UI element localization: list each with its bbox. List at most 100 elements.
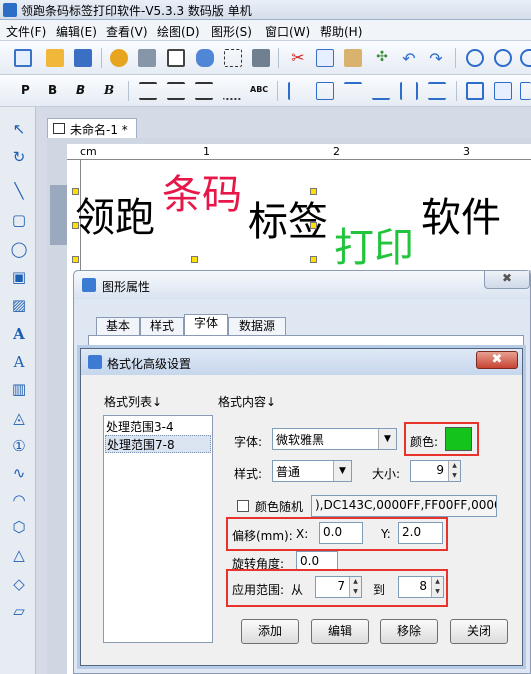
zoom-out-icon[interactable] [494,49,512,67]
paste-icon[interactable] [344,49,362,67]
picture-tool-icon[interactable]: ▨ [9,295,29,315]
align-objects-top-icon[interactable] [344,82,362,100]
open-icon[interactable] [46,49,64,67]
print-preview-icon[interactable] [167,49,185,67]
close-button[interactable]: ✖ [476,351,518,369]
bold-italic-button[interactable]: B [76,83,85,97]
close-dialog-button[interactable]: 关闭 [450,619,508,644]
arc-tool-icon[interactable]: ◠ [9,490,29,510]
list-item-selected[interactable]: 处理范围7-8 [105,435,211,453]
tab-style[interactable]: 样式 [140,317,184,335]
diamond-tool-icon[interactable]: ◇ [9,574,29,594]
rotate-icon[interactable]: ↻ [9,147,29,167]
distribute-vertical-icon[interactable] [428,82,446,100]
grid-icon[interactable] [224,49,242,67]
word-art-tool-icon[interactable]: A [9,352,29,372]
label-text-ruanjian[interactable]: 软件 [421,185,501,243]
shape-tool-icon[interactable]: ◬ [9,408,29,428]
settings-icon[interactable] [110,49,128,67]
selection-handle[interactable] [72,256,79,263]
align-objects-center-icon[interactable] [316,82,334,100]
database-icon[interactable] [196,49,214,67]
menu-shape[interactable]: 图形(S) [211,23,252,40]
tab-basic[interactable]: 基本 [96,317,140,335]
curve-tool-icon[interactable]: ∿ [9,463,29,483]
label-text-biaoqian[interactable]: 标签 [248,189,328,247]
polygon-tool-icon[interactable]: ⬡ [9,517,29,537]
selection-handle[interactable] [310,188,317,195]
bold-button[interactable]: B [48,83,57,97]
same-width-icon[interactable] [494,82,512,100]
plain-text-button[interactable]: P [21,83,30,97]
font-select[interactable]: 微软雅黑 ▼ [272,428,397,450]
spinner-arrows-icon[interactable]: ▲ ▼ [349,577,361,597]
align-justify-icon[interactable] [195,82,213,100]
document-tab[interactable]: 未命名-1 * [47,118,137,138]
align-center-icon[interactable] [167,82,185,100]
align-objects-bottom-icon[interactable] [372,82,390,100]
menu-edit[interactable]: 编辑(E) [56,23,97,40]
undo-icon[interactable]: ↶ [400,49,418,68]
size-spinner[interactable]: 9 ▲ ▼ [410,460,461,482]
menu-draw[interactable]: 绘图(D) [157,23,200,40]
select-arrow-icon[interactable]: ↖ [9,119,29,139]
style-select[interactable]: 普通 ▼ [272,460,352,482]
parallelogram-tool-icon[interactable]: ▱ [9,601,29,621]
range-from-spinner[interactable]: 7 ▲ ▼ [315,576,362,598]
copy-icon[interactable] [316,49,334,67]
letter-spacing-icon[interactable] [223,82,241,100]
number-tool-icon[interactable]: ① [9,436,29,456]
selection-handle[interactable] [310,256,317,263]
edit-button[interactable]: 编辑 [311,619,369,644]
range-to-spinner[interactable]: 8 ▲ ▼ [398,576,444,598]
selection-handle[interactable] [72,222,79,229]
selection-handle[interactable] [310,222,317,229]
remove-button[interactable]: 移除 [380,619,438,644]
menu-file[interactable]: 文件(F) [6,23,46,40]
redo-icon[interactable]: ↷ [427,49,445,68]
close-icon[interactable]: ✖ [484,271,530,289]
align-left-icon[interactable] [139,82,157,100]
tab-font[interactable]: 字体 [184,314,228,336]
align-objects-left-icon[interactable] [288,82,306,100]
menu-window[interactable]: 窗口(W) [265,23,310,40]
random-color-checkbox[interactable] [237,500,249,512]
chevron-down-icon[interactable]: ▼ [333,461,351,481]
add-button[interactable]: 添加 [241,619,299,644]
offset-x-input[interactable]: 0.0 [319,522,363,544]
label-text-dayin[interactable]: 打印 [334,215,414,273]
menu-help[interactable]: 帮助(H) [320,23,362,40]
image-tool-icon[interactable]: ▣ [9,267,29,287]
same-height-icon[interactable] [520,82,531,100]
format-list[interactable]: 处理范围3-4 处理范围7-8 [103,415,213,643]
rectangle-tool-icon[interactable]: ▢ [9,210,29,230]
random-color-list[interactable]: ),DC143C,0000FF,FF00FF,000000 [311,495,497,517]
calculator-icon[interactable] [252,49,270,67]
selection-handle[interactable] [72,188,79,195]
label-text-lingpao[interactable]: 领跑 [75,185,155,243]
spinner-arrows-icon[interactable]: ▲ ▼ [431,577,443,597]
tab-datasource[interactable]: 数据源 [228,317,286,335]
list-item[interactable]: 处理范围3-4 [105,418,211,436]
ellipse-tool-icon[interactable]: ◯ [9,239,29,259]
selection-handle[interactable] [191,256,198,263]
barcode-tool-icon[interactable]: ▥ [9,379,29,399]
chevron-down-icon[interactable]: ▼ [378,429,396,449]
menu-view[interactable]: 查看(V) [106,23,148,40]
offset-y-input[interactable]: 2.0 [398,522,443,544]
line-tool-icon[interactable]: ╲ [9,181,29,201]
rotation-input[interactable]: 0.0 [296,551,338,571]
spinner-arrows-icon[interactable]: ▲ ▼ [448,461,460,481]
same-size-icon[interactable] [466,82,484,100]
label-text-tiaoma[interactable]: 条码 [162,162,242,220]
print-icon[interactable] [138,49,156,67]
zoom-in-icon[interactable] [466,49,484,67]
distribute-horizontal-icon[interactable] [400,82,418,100]
italic-button[interactable]: B [104,83,114,97]
zoom-fit-icon[interactable] [520,49,531,67]
new-icon[interactable] [14,49,32,67]
save-icon[interactable] [74,49,92,67]
color-swatch[interactable] [445,427,472,451]
move-icon[interactable]: ✣ [373,49,391,67]
text-tool-icon[interactable]: A [9,324,29,344]
